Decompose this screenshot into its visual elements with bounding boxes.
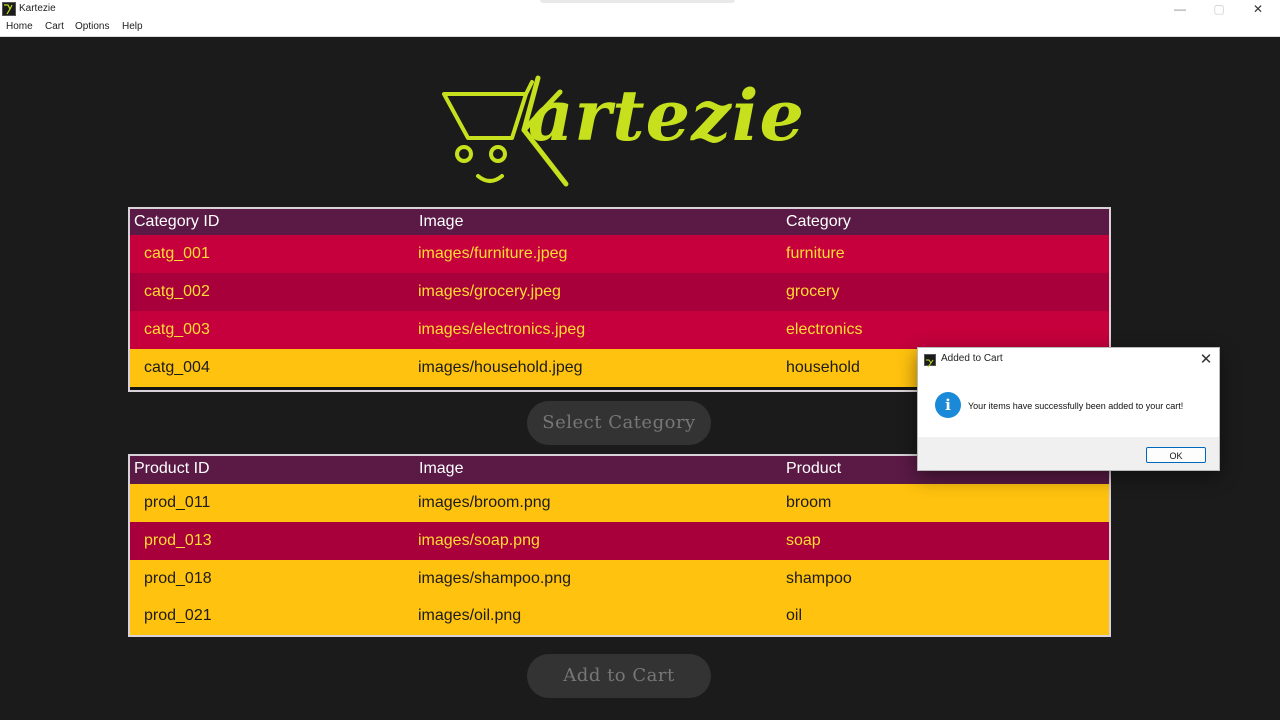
table-row-selected[interactable]: prod_013 images/soap.png soap [130, 522, 1109, 560]
table-row[interactable]: catg_002 images/grocery.jpeg grocery [130, 273, 1109, 311]
maximize-button[interactable]: ▢ [1199, 0, 1239, 19]
table-row[interactable]: prod_021 images/oil.png oil [130, 597, 1109, 635]
cell-image: images/household.jpeg [418, 359, 583, 376]
cell-category-id: catg_003 [144, 321, 210, 338]
cell-product: oil [786, 607, 803, 624]
table-row[interactable]: prod_018 images/shampoo.png shampoo [130, 560, 1109, 598]
cell-image: images/broom.png [418, 494, 551, 511]
menu-cart[interactable]: Cart [45, 21, 64, 32]
cell-category-id: catg_001 [144, 245, 210, 262]
select-category-button[interactable]: Select Category [527, 401, 711, 445]
cell-product-id: prod_018 [144, 570, 212, 587]
dialog-title: Added to Cart [941, 353, 1003, 364]
cell-category: furniture [786, 245, 845, 262]
cell-product-id: prod_011 [144, 494, 211, 511]
column-header-category-id[interactable]: Category ID [134, 213, 219, 231]
table-row[interactable]: catg_003 images/electronics.jpeg electro… [130, 311, 1109, 349]
cell-image: images/grocery.jpeg [418, 283, 561, 300]
cell-category-id: catg_004 [144, 359, 210, 376]
title-bar-notch [540, 0, 735, 3]
cell-image: images/soap.png [418, 532, 540, 549]
cell-category-id: catg_002 [144, 283, 210, 300]
cell-image: images/shampoo.png [418, 570, 571, 587]
dialog-close-icon[interactable]: ✕ [1196, 350, 1216, 370]
kartezie-logo: artezie [440, 72, 804, 190]
cell-image: images/electronics.jpeg [418, 321, 586, 338]
dialog-message: Your items have successfully been added … [968, 401, 1184, 411]
cell-category: grocery [786, 283, 840, 300]
info-icon: i [935, 392, 961, 418]
column-header-product[interactable]: Product [786, 460, 841, 478]
dialog-app-icon [924, 354, 936, 368]
window-title: Kartezie [19, 3, 56, 14]
table-row[interactable]: prod_011 images/broom.png broom [130, 484, 1109, 522]
column-header-product-id[interactable]: Product ID [134, 460, 210, 478]
title-bar: Kartezie — ▢ ✕ [0, 0, 1280, 19]
column-header-image[interactable]: Image [419, 460, 463, 478]
menu-help[interactable]: Help [122, 21, 143, 32]
menu-home[interactable]: Home [6, 21, 33, 32]
cell-product-id: prod_021 [144, 607, 212, 624]
cell-product: broom [786, 494, 832, 511]
add-to-cart-button[interactable]: Add to Cart [527, 654, 711, 698]
category-table-header: Category ID Image Category [130, 209, 1109, 235]
added-to-cart-dialog: Added to Cart ✕ i Your items have succes… [917, 347, 1220, 471]
cell-category: electronics [786, 321, 863, 338]
cell-image: images/oil.png [418, 607, 522, 624]
menu-bar: Home Cart Options Help [0, 19, 1280, 37]
minimize-button[interactable]: — [1160, 0, 1200, 19]
cell-product-id: prod_013 [144, 532, 212, 549]
cell-image: images/furniture.jpeg [418, 245, 568, 262]
menu-options[interactable]: Options [75, 21, 109, 32]
column-header-image[interactable]: Image [419, 213, 463, 231]
cell-product: shampoo [786, 570, 852, 587]
cell-category: household [786, 359, 860, 376]
ok-button[interactable]: OK [1146, 447, 1206, 463]
table-row[interactable]: catg_001 images/furniture.jpeg furniture [130, 235, 1109, 273]
product-table: Product ID Image Product prod_011 images… [128, 454, 1111, 637]
logo-text: artezie [528, 74, 805, 157]
column-header-category[interactable]: Category [786, 213, 851, 231]
cell-product: soap [786, 532, 821, 549]
app-icon [2, 2, 16, 16]
close-window-button[interactable]: ✕ [1238, 0, 1278, 19]
